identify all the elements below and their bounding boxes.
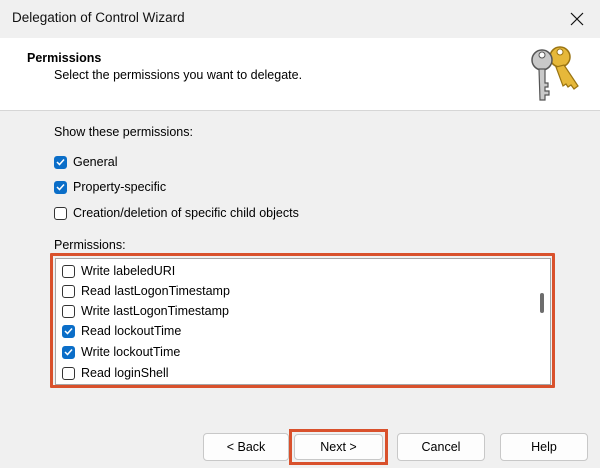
permission-checkbox[interactable] [62,345,75,359]
property-specific-checkbox-row[interactable]: Property-specific [54,178,166,196]
general-label: General [73,155,118,169]
cancel-button[interactable]: Cancel [397,433,485,461]
permission-label: Read loginShell [81,366,169,380]
wizard-header: Permissions Select the permissions you w… [0,38,600,111]
list-scrollbar[interactable] [535,260,549,383]
page-title: Permissions [27,51,102,65]
child-objects-label: Creation/deletion of specific child obje… [73,206,299,220]
permission-checkbox[interactable] [62,304,75,318]
list-item[interactable]: Write lastLogonTimestamp [62,301,229,321]
check-icon [56,158,65,166]
show-permissions-label: Show these permissions: [54,125,193,139]
permission-label: Write labeledURI [81,264,176,278]
permission-checkbox[interactable] [62,284,75,298]
back-button[interactable]: < Back [203,433,289,461]
permissions-label: Permissions: [54,238,126,252]
help-button[interactable]: Help [500,433,588,461]
scrollbar-thumb[interactable] [540,293,544,313]
property-specific-checkbox[interactable] [54,180,67,194]
list-item[interactable]: Read lockoutTime [62,321,181,341]
permission-checkbox[interactable] [62,324,75,338]
list-item[interactable]: Read lastLogonTimestamp [62,281,230,301]
check-icon [56,183,65,191]
check-icon [64,327,73,335]
permissions-list[interactable]: Write labeledURI Read lastLogonTimestamp… [55,258,551,385]
permission-label: Read lastLogonTimestamp [81,284,230,298]
permission-label: Write lastLogonTimestamp [81,304,229,318]
permission-checkbox[interactable] [62,366,75,380]
close-button[interactable] [554,0,600,38]
child-objects-checkbox-row[interactable]: Creation/deletion of specific child obje… [54,204,299,222]
close-icon [570,12,584,26]
general-checkbox[interactable] [54,155,67,169]
title-bar: Delegation of Control Wizard [0,0,600,38]
list-item[interactable]: Write lockoutTime [62,342,180,362]
property-specific-label: Property-specific [73,180,167,194]
next-button[interactable]: Next > [294,434,383,460]
permission-label: Read lockoutTime [81,324,182,338]
check-icon [64,348,73,356]
window-title: Delegation of Control Wizard [12,10,185,25]
child-objects-checkbox[interactable] [54,206,67,220]
keys-icon [531,46,579,101]
list-item[interactable]: Read loginShell [62,363,169,383]
general-checkbox-row[interactable]: General [54,153,117,171]
page-subtitle: Select the permissions you want to deleg… [54,68,303,82]
permission-checkbox[interactable] [62,264,75,278]
permission-label: Write lockoutTime [81,345,181,359]
list-item[interactable]: Write labeledURI [62,261,175,281]
